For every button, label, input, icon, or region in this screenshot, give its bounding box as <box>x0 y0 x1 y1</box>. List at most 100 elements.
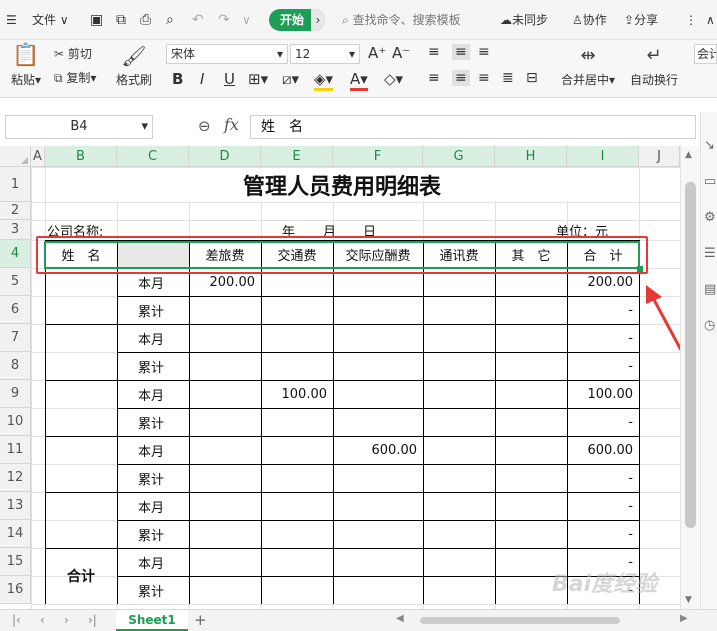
distribute-icon[interactable]: ⊟ <box>526 70 538 86</box>
font-color-icon[interactable]: A▾ <box>350 70 368 91</box>
scroll-left-icon[interactable]: ◀ <box>396 613 404 624</box>
telecom-cell[interactable] <box>423 408 495 436</box>
justify-icon[interactable]: ≣ <box>502 70 514 86</box>
other-cell[interactable] <box>495 380 567 408</box>
decrease-font-icon[interactable]: A⁻ <box>392 44 410 62</box>
transport-cell[interactable]: 100.00 <box>261 380 333 408</box>
scroll-up-icon[interactable]: ▲ <box>685 150 692 160</box>
wrap-text-button[interactable]: ↵ 自动换行 <box>626 42 682 94</box>
travel-cell[interactable] <box>189 492 261 520</box>
total-cell[interactable]: - <box>567 520 639 548</box>
scroll-down-icon[interactable]: ▼ <box>685 595 692 605</box>
total-cell[interactable]: - <box>567 408 639 436</box>
travel-cell[interactable] <box>189 576 261 604</box>
column-header-f[interactable]: F <box>333 146 423 167</box>
total-cell[interactable]: - <box>567 296 639 324</box>
other-cell[interactable] <box>495 492 567 520</box>
row-header-4[interactable]: 4 <box>0 240 31 268</box>
period-cell[interactable]: 累计 <box>118 576 188 604</box>
menu-icon[interactable]: ☰ <box>6 11 17 29</box>
entertainment-cell[interactable] <box>333 408 423 436</box>
total-cell[interactable]: - <box>567 492 639 520</box>
entertainment-cell[interactable] <box>333 380 423 408</box>
column-header-h[interactable]: H <box>495 146 567 167</box>
entertainment-cell[interactable] <box>333 352 423 380</box>
entertainment-cell[interactable]: 600.00 <box>333 436 423 464</box>
fill-color-icon[interactable]: ◈▾ <box>314 70 334 91</box>
period-cell[interactable]: 累计 <box>118 296 188 324</box>
border-icon[interactable]: ⊞▾ <box>248 70 268 88</box>
first-sheet-icon[interactable]: |‹ <box>12 613 21 627</box>
telecom-cell[interactable] <box>423 464 495 492</box>
period-cell[interactable]: 本月 <box>118 492 188 520</box>
grand-total-label[interactable]: 合计 <box>45 548 117 604</box>
italic-button[interactable]: I <box>200 70 204 88</box>
total-cell[interactable]: - <box>567 464 639 492</box>
row-header-13[interactable]: 13 <box>0 492 31 520</box>
other-cell[interactable] <box>495 436 567 464</box>
start-tab[interactable]: 开始 › <box>269 9 325 31</box>
column-header-j[interactable]: J <box>639 146 680 167</box>
share-button[interactable]: ⇪分享 <box>624 11 658 29</box>
sidebar-image-icon[interactable]: ▤ <box>704 282 716 297</box>
save-icon[interactable]: ▣ <box>90 11 103 29</box>
last-sheet-icon[interactable]: ›| <box>88 613 97 627</box>
period-cell[interactable]: 本月 <box>118 324 188 352</box>
transport-cell[interactable] <box>261 576 333 604</box>
travel-cell[interactable] <box>189 324 261 352</box>
collab-button[interactable]: ♙协作 <box>572 11 607 29</box>
print-icon[interactable]: ⎙ <box>140 11 151 29</box>
sheet-tab-sheet1[interactable]: Sheet1 <box>116 610 188 631</box>
period-cell[interactable]: 累计 <box>118 464 188 492</box>
total-cell[interactable]: 100.00 <box>567 380 639 408</box>
total-cell[interactable]: - <box>567 352 639 380</box>
row-header-2[interactable]: 2 <box>0 202 31 220</box>
transport-cell[interactable] <box>261 296 333 324</box>
align-middle-icon[interactable]: ≡ <box>452 44 470 60</box>
redo-icon[interactable]: ↷ <box>218 11 230 29</box>
format-painter-button[interactable]: 🖌 格式刷 <box>114 42 154 94</box>
travel-cell[interactable] <box>189 380 261 408</box>
column-header-b[interactable]: B <box>45 146 117 167</box>
other-cell[interactable] <box>495 296 567 324</box>
column-header-a[interactable]: A <box>31 146 45 167</box>
other-cell[interactable] <box>495 352 567 380</box>
transport-cell[interactable] <box>261 436 333 464</box>
sync-button[interactable]: ☁未同步 <box>500 11 548 29</box>
row-header-5[interactable]: 5 <box>0 268 31 296</box>
telecom-cell[interactable] <box>423 520 495 548</box>
row-header-8[interactable]: 8 <box>0 352 31 380</box>
column-header-g[interactable]: G <box>423 146 495 167</box>
period-cell[interactable]: 累计 <box>118 352 188 380</box>
undo-icon[interactable]: ↶ <box>192 11 204 29</box>
travel-cell[interactable] <box>189 296 261 324</box>
merge-center-button[interactable]: ⇹ 合并居中▾ <box>558 42 618 94</box>
bold-button[interactable]: B <box>172 70 183 88</box>
other-cell[interactable] <box>495 520 567 548</box>
next-sheet-icon[interactable]: › <box>64 613 69 627</box>
paste-button[interactable]: 📋 粘贴▾ <box>8 42 44 94</box>
font-size-select[interactable]: 12 ▾ <box>290 44 360 64</box>
column-header-d[interactable]: D <box>189 146 261 167</box>
column-header-c[interactable]: C <box>117 146 189 167</box>
entertainment-cell[interactable] <box>333 492 423 520</box>
add-sheet-button[interactable]: + <box>194 611 207 629</box>
function-icon[interactable]: fx <box>224 115 239 134</box>
other-cell[interactable] <box>495 464 567 492</box>
sidebar-list-icon[interactable]: ☰ <box>704 246 716 261</box>
entertainment-cell[interactable] <box>333 520 423 548</box>
total-cell[interactable]: - <box>567 324 639 352</box>
other-cell[interactable] <box>495 324 567 352</box>
entertainment-cell[interactable] <box>333 324 423 352</box>
period-cell[interactable]: 累计 <box>118 408 188 436</box>
vertical-scrollbar[interactable]: ▲ ▼ <box>680 146 700 609</box>
copy-button[interactable]: ⧉ 复制▾ <box>54 68 96 88</box>
name-box[interactable]: B4 ▾ <box>5 115 153 139</box>
cut-button[interactable]: ✂ 剪切 <box>54 44 92 64</box>
horizontal-scroll-thumb[interactable] <box>420 617 620 624</box>
transport-cell[interactable] <box>261 324 333 352</box>
export-icon[interactable]: ⧉ <box>116 11 126 29</box>
telecom-cell[interactable] <box>423 436 495 464</box>
search-box[interactable]: ⌕ 查找命令、搜索模板 <box>342 11 461 29</box>
transport-cell[interactable] <box>261 352 333 380</box>
